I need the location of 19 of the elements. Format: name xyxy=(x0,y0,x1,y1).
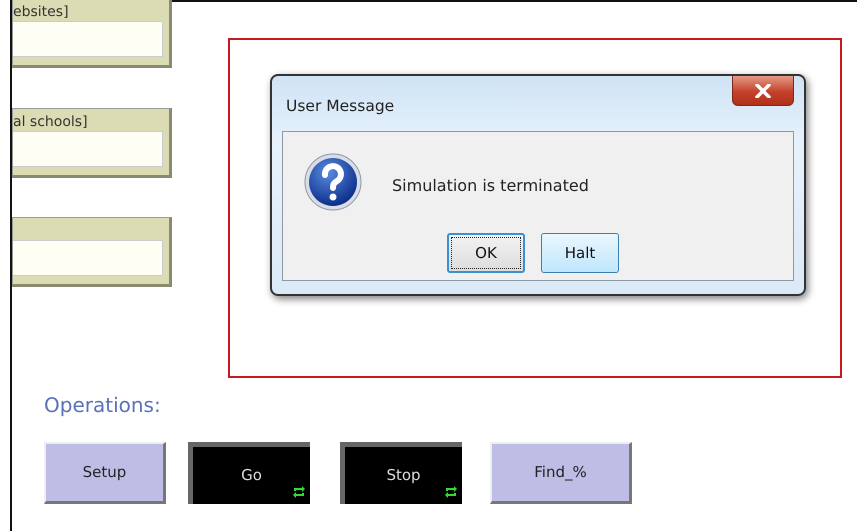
input-label: al schools] xyxy=(13,114,88,130)
input-field[interactable] xyxy=(13,21,163,57)
dialog-message: Simulation is terminated xyxy=(392,175,589,197)
input-field[interactable] xyxy=(13,131,163,167)
input-field[interactable] xyxy=(13,240,163,276)
loop-icon xyxy=(445,485,457,499)
dialog-button[interactable]: Halt xyxy=(541,233,619,273)
operation-button[interactable]: Find_% xyxy=(490,442,632,504)
dialog-button[interactable]: OK xyxy=(447,233,525,273)
section-heading: Operations: xyxy=(44,392,161,419)
operation-button[interactable]: Go xyxy=(188,442,310,504)
question-icon xyxy=(303,152,363,212)
operation-button[interactable]: Setup xyxy=(44,442,166,504)
loop-icon xyxy=(293,485,305,499)
input-label: ebsites] xyxy=(13,4,69,20)
operation-button[interactable]: Stop xyxy=(340,442,462,504)
close-icon xyxy=(755,84,771,98)
close-button[interactable] xyxy=(732,76,794,106)
window-title: User Message xyxy=(286,96,394,117)
